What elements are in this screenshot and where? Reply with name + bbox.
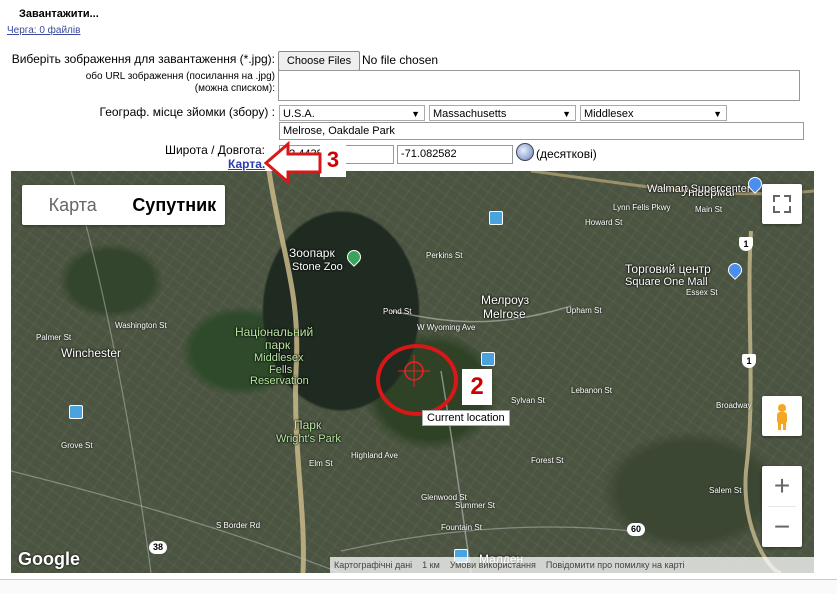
park-uk2-label: парк bbox=[265, 338, 291, 352]
transit-icon[interactable] bbox=[481, 352, 495, 366]
current-location-tooltip: Current location bbox=[422, 410, 510, 426]
park-en3-label: Reservation bbox=[250, 375, 309, 387]
road-label: W Wyoming Ave bbox=[417, 323, 476, 332]
annotation-2: 2 bbox=[462, 369, 492, 405]
winchester-label: Winchester bbox=[61, 346, 122, 360]
road-label: Sylvan St bbox=[511, 396, 545, 405]
road-label: Pond St bbox=[383, 307, 412, 316]
road-label: Upham St bbox=[566, 306, 602, 315]
fullscreen-button[interactable] bbox=[762, 184, 802, 224]
url-textarea[interactable] bbox=[278, 70, 800, 101]
map-data-link[interactable]: Картографічні дані bbox=[334, 557, 412, 573]
fullscreen-icon bbox=[773, 195, 791, 213]
report-error-link[interactable]: Повідомити про помилку на карті bbox=[546, 557, 685, 573]
pegman-icon bbox=[777, 404, 787, 430]
map-type-map-button[interactable]: Карта bbox=[22, 185, 124, 225]
transit-icon[interactable] bbox=[489, 211, 503, 225]
road-label: Fountain St bbox=[441, 523, 482, 532]
google-logo[interactable]: Google bbox=[18, 549, 80, 570]
road-label: Grove St bbox=[61, 441, 93, 450]
transit-icon[interactable] bbox=[69, 405, 83, 419]
zoom-control[interactable]: + − bbox=[762, 466, 802, 547]
zoo-uk-label: Зоопарк bbox=[289, 246, 335, 260]
image-label: Виберіть зображення для завантаження (*.… bbox=[11, 52, 275, 66]
choose-files-button[interactable]: Choose Files bbox=[278, 51, 360, 71]
wright-en-label: Wright's Park bbox=[276, 433, 341, 445]
road-label: Lynn Fells Pkwy bbox=[613, 203, 671, 212]
chevron-down-icon: ▼ bbox=[562, 109, 571, 119]
map-type-control[interactable]: Карта Супутник bbox=[22, 185, 225, 225]
state-value: Massachusetts bbox=[433, 108, 507, 120]
washington-st-path bbox=[70, 171, 152, 573]
annotation-arrow-icon bbox=[263, 140, 322, 186]
road-label: Essex St bbox=[686, 288, 718, 297]
longitude-input[interactable]: -71.082582 bbox=[397, 145, 513, 164]
coords-label: Широта / Довгота: bbox=[164, 143, 265, 157]
chevron-down-icon: ▼ bbox=[411, 109, 420, 119]
queue-link[interactable]: Черга: 0 файлів bbox=[7, 25, 80, 36]
wyoming-ave-path bbox=[390, 305, 572, 323]
road-label: Summer St bbox=[455, 501, 496, 510]
globe-icon[interactable] bbox=[516, 143, 534, 161]
road-label: Howard St bbox=[585, 218, 623, 227]
url-label: обо URL зображення (посилання на .jpg) (… bbox=[20, 71, 275, 95]
terms-link[interactable]: Умови використання bbox=[450, 557, 536, 573]
road-label: S Border Rd bbox=[216, 521, 261, 530]
road-label: Forest St bbox=[531, 456, 564, 465]
no-file-text: No file chosen bbox=[362, 53, 439, 67]
road-label: Highland Ave bbox=[351, 451, 398, 460]
walmart-label: Walmart Supercenter bbox=[647, 183, 751, 195]
country-select[interactable]: U.S.A. ▼ bbox=[279, 105, 425, 121]
page-bottom-strip bbox=[0, 579, 837, 594]
road-label: Washington St bbox=[115, 321, 167, 330]
decimal-label: (десяткові) bbox=[536, 147, 597, 161]
locality-input[interactable]: Melrose, Oakdale Park bbox=[279, 122, 804, 140]
annotation-3: 3 bbox=[320, 143, 346, 177]
annotation-circle bbox=[376, 344, 458, 416]
map-footer: Картографічні дані 1 км Умови використан… bbox=[330, 557, 814, 573]
country-value: U.S.A. bbox=[283, 108, 315, 120]
mall-uk-label: Торговий центр bbox=[625, 262, 711, 276]
place-label: Географ. місце зйомки (збору) : bbox=[99, 105, 276, 119]
road-label: Palmer St bbox=[36, 333, 72, 342]
road-label: Perkins St bbox=[426, 251, 463, 260]
melrose-uk-label: Мелроуз bbox=[481, 293, 530, 307]
melrose-en-label: Melrose bbox=[483, 307, 526, 321]
county-select[interactable]: Middlesex ▼ bbox=[580, 105, 727, 121]
route-1-shield-south: 1 bbox=[742, 354, 756, 368]
upload-title: Завантажити... bbox=[19, 8, 99, 20]
scale-label[interactable]: 1 км bbox=[422, 557, 440, 573]
satellite-map[interactable]: Універмаг Walmart Supercenter Зоопарк St… bbox=[11, 171, 814, 573]
road-label: Lebanon St bbox=[571, 386, 612, 395]
pegman-button[interactable] bbox=[762, 396, 802, 436]
url-label-line2: (можна списком): bbox=[194, 83, 275, 94]
wright-uk-label: Парк bbox=[294, 418, 322, 432]
route-38-shield: 38 bbox=[149, 541, 167, 554]
zoom-out-button[interactable]: − bbox=[762, 507, 802, 547]
chevron-down-icon: ▼ bbox=[713, 109, 722, 119]
road-label: Broadway bbox=[716, 401, 752, 410]
route-60-shield: 60 bbox=[627, 523, 645, 536]
road-label: Elm St bbox=[309, 459, 333, 468]
fountain-st-path bbox=[340, 526, 632, 552]
route-1-shield: 1 bbox=[739, 237, 753, 251]
map-type-satellite-button[interactable]: Супутник bbox=[124, 185, 226, 225]
state-select[interactable]: Massachusetts ▼ bbox=[429, 105, 576, 121]
road-label: Main St bbox=[695, 205, 723, 214]
road-label: Salem St bbox=[709, 486, 742, 495]
zoom-in-button[interactable]: + bbox=[762, 466, 802, 506]
map-link[interactable]: Карта. bbox=[228, 157, 265, 171]
url-label-line1: обо URL зображення (посилання на .jpg) bbox=[85, 71, 275, 82]
zoo-en-label: Stone Zoo bbox=[292, 261, 343, 273]
county-value: Middlesex bbox=[584, 108, 634, 120]
